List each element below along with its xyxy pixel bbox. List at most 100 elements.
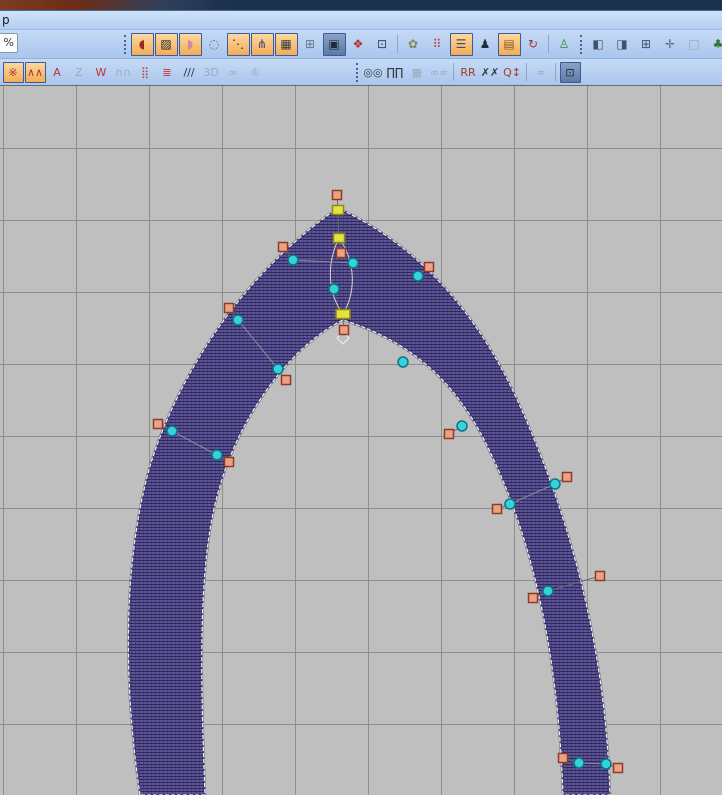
flowerpot-icon[interactable]: ✿ — [402, 33, 425, 56]
frame-n-icon[interactable]: ◧ — [587, 33, 610, 56]
dot-grid-icon[interactable]: ⠿ — [426, 33, 449, 56]
peaks-icon[interactable]: ∧∧ — [25, 62, 46, 83]
menu-item-help-clipped[interactable]: p — [2, 13, 10, 27]
control-handle-square[interactable] — [333, 191, 342, 200]
hatch-fill-icon[interactable]: ▨ — [155, 33, 178, 56]
control-handle-square[interactable] — [493, 505, 502, 514]
edge-node-circle[interactable] — [601, 759, 611, 769]
control-handle-square[interactable] — [559, 754, 568, 763]
toolbar-group-hoop: ◧◨⊞✛□♣ — [576, 33, 722, 56]
edge-node-circle[interactable] — [329, 284, 339, 294]
q-updown-icon[interactable]: Q↕ — [502, 62, 523, 83]
edge-node-circle[interactable] — [413, 271, 423, 281]
window-title-strip — [0, 0, 722, 11]
z-shape-icon[interactable]: Z — [69, 62, 90, 83]
edge-node-circle[interactable] — [550, 479, 560, 489]
loops-icon[interactable]: ∩∩ — [113, 62, 134, 83]
control-handle-square[interactable] — [529, 594, 538, 603]
selected-node-square[interactable] — [333, 206, 344, 215]
toolbar-group-design: ◖▨◗◌⋱⋔▦⊞▣❖⊡ ✿⠿☰♟▤↻ ♙ — [120, 33, 576, 56]
edge-node-circle[interactable] — [398, 357, 408, 367]
edge-node-circle[interactable] — [273, 364, 283, 374]
dotted-square-icon[interactable]: ⣿ — [135, 62, 156, 83]
edge-node-circle[interactable] — [543, 586, 553, 596]
control-handle-square[interactable] — [154, 420, 163, 429]
blank-frame-icon[interactable]: □ — [683, 33, 706, 56]
toolbar-separator — [397, 35, 398, 53]
satin-column-object[interactable] — [0, 86, 722, 795]
frame-h-icon[interactable]: ◨ — [611, 33, 634, 56]
satin-fill-icon[interactable]: ◖ — [131, 33, 154, 56]
swirl-arrows-icon[interactable]: ↻ — [522, 33, 545, 56]
color-list-icon[interactable]: ☰ — [450, 33, 473, 56]
glasses-icon[interactable]: ∞ — [223, 62, 244, 83]
control-handle-square[interactable] — [337, 249, 346, 258]
edge-node-circle[interactable] — [505, 499, 515, 509]
control-handle-square[interactable] — [563, 473, 572, 482]
edge-node-circle[interactable] — [348, 258, 358, 268]
toolbar-grip — [580, 35, 582, 54]
menu-bar[interactable]: p — [0, 11, 722, 30]
figure-green-icon[interactable]: ♙ — [553, 33, 576, 56]
edge-node-circle[interactable] — [233, 315, 243, 325]
chain-icon[interactable]: ∞∞ — [429, 62, 450, 83]
control-handle-square[interactable] — [340, 326, 349, 335]
needle-icon[interactable]: ⋔ — [251, 33, 274, 56]
dashed-outline-icon[interactable]: ◌ — [203, 33, 226, 56]
toolbar-separator — [453, 63, 454, 81]
image-icon[interactable]: ▣ — [323, 33, 346, 56]
main-toolbar: % ◖▨◗◌⋱⋔▦⊞▣❖⊡✿⠿☰♟▤↻♙ ◧◨⊞✛□♣ — [0, 30, 722, 59]
square-wave-icon[interactable]: ∏∏ — [385, 62, 406, 83]
edge-node-circle[interactable] — [167, 426, 177, 436]
control-handle-square[interactable] — [445, 430, 454, 439]
selected-node-square[interactable] — [336, 310, 350, 319]
zoom-percent-field[interactable]: % — [0, 33, 18, 53]
edge-node-circle[interactable] — [288, 255, 298, 265]
design-canvas[interactable] — [0, 86, 722, 795]
control-handle-square[interactable] — [425, 263, 434, 272]
rings-icon[interactable]: ◎◎ — [363, 62, 384, 83]
move-cross-icon[interactable]: ✛ — [659, 33, 682, 56]
fan-curves-icon[interactable]: ≈ — [531, 62, 552, 83]
control-handle-square[interactable] — [614, 764, 623, 773]
stitch-people-icon[interactable]: ♟ — [474, 33, 497, 56]
rr-curves-icon[interactable]: RR — [458, 62, 479, 83]
frame-center-icon[interactable]: ⊞ — [635, 33, 658, 56]
toolbar-grip — [356, 63, 358, 82]
toolbar-group-stitchtype: ※∧∧AZW∩∩⣿≣///3D∞♔ — [2, 62, 266, 83]
edit-points-icon[interactable]: ⋱ — [227, 33, 250, 56]
grid-icon[interactable]: ▦ — [275, 33, 298, 56]
figures-icon[interactable]: ❖ — [347, 33, 370, 56]
app-window: p % ◖▨◗◌⋱⋔▦⊞▣❖⊡✿⠿☰♟▤↻♙ ◧◨⊞✛□♣ ※∧∧AZW∩∩⣿≣… — [0, 0, 722, 793]
rays-icon[interactable]: ※ — [3, 62, 24, 83]
control-handle-square[interactable] — [225, 458, 234, 467]
hlines-icon[interactable]: ≣ — [157, 62, 178, 83]
hatch-lines-icon[interactable]: /// — [179, 62, 200, 83]
toolbar-separator — [548, 35, 549, 53]
edge-node-circle[interactable] — [212, 450, 222, 460]
selected-node-square[interactable] — [334, 234, 345, 243]
toolbar-separator — [555, 63, 556, 81]
letter-a-icon[interactable]: A — [47, 62, 68, 83]
control-handle-square[interactable] — [596, 572, 605, 581]
tree-rgb-icon[interactable]: ♣ — [707, 33, 722, 56]
satin-band-texture — [128, 208, 610, 795]
3d-icon[interactable]: 3D — [201, 62, 222, 83]
lattice-icon[interactable]: ▦ — [407, 62, 428, 83]
control-handle-square[interactable] — [279, 243, 288, 252]
photo-frame-icon[interactable]: ⊡ — [371, 33, 394, 56]
notes-icon[interactable]: ▤ — [498, 33, 521, 56]
monitor-icon[interactable]: ⊡ — [560, 62, 581, 83]
crossed-loops-icon[interactable]: ✗✗ — [480, 62, 501, 83]
edge-node-circle[interactable] — [457, 421, 467, 431]
edge-node-circle[interactable] — [574, 758, 584, 768]
control-handle-square[interactable] — [225, 304, 234, 313]
crown-icon[interactable]: ♔ — [245, 62, 266, 83]
outline-shape-icon[interactable]: ◗ — [179, 33, 202, 56]
object-toolbar: ※∧∧AZW∩∩⣿≣///3D∞♔ ◎◎∏∏▦∞∞ RR✗✗Q↕ ≈ ⊡ — [0, 59, 722, 86]
toolbar-separator — [526, 63, 527, 81]
grid-alt-icon[interactable]: ⊞ — [299, 33, 322, 56]
toolbar-grip — [124, 35, 126, 54]
control-handle-square[interactable] — [282, 376, 291, 385]
w-zigzag-icon[interactable]: W — [91, 62, 112, 83]
